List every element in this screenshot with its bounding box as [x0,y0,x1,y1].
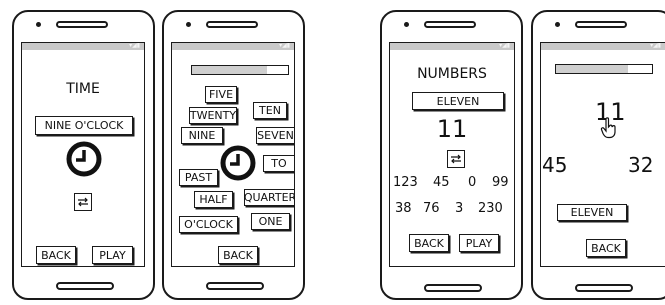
word-half[interactable]: HALF [194,191,233,208]
status-bar: ▾◢▮ [390,43,514,50]
speaker [56,21,108,28]
number-answer-button[interactable]: ELEVEN [557,204,627,221]
clock-icon [220,145,256,181]
speaker [575,21,627,28]
progress-fill [192,66,267,74]
word-past[interactable]: PAST [179,169,218,186]
progress-fill [556,65,628,73]
phone-screen: ▾◢▮ TIME NINE O'CLOCK BACK PLAY [21,42,145,267]
front-camera [555,22,560,27]
number-option[interactable]: 38 [395,201,412,216]
back-button[interactable]: BACK [409,234,449,252]
back-button[interactable]: BACK [218,246,258,264]
word-nine[interactable]: NINE [181,127,223,144]
phone-numbers-game: ▾◢▮ 11 45 32 ELEVEN BACK [531,10,665,300]
speaker [206,21,258,28]
page-title: NUMBERS [417,66,487,82]
number-answer-button[interactable]: ELEVEN [412,92,504,110]
hand-pointer-icon [600,117,616,139]
number-option[interactable]: 230 [478,201,503,216]
progress-bar [191,65,289,75]
back-button[interactable]: BACK [36,246,76,264]
number-option-right[interactable]: 32 [628,153,653,177]
play-button[interactable]: PLAY [459,234,499,252]
number-option[interactable]: 99 [492,175,509,190]
swap-arrows-icon [78,197,88,207]
word-quarter[interactable]: QUARTER [244,189,294,206]
back-button[interactable]: BACK [586,239,626,257]
status-bar: ▾◢▮ [22,43,144,50]
number-option-left[interactable]: 45 [542,153,567,177]
phone-screen: ▾◢▮ FIVE TWENTY TEN NINE SEVEN TO PAST H… [171,42,295,267]
time-answer-button[interactable]: NINE O'CLOCK [35,116,133,135]
front-camera [404,22,409,27]
swap-button[interactable] [447,150,465,168]
home-button[interactable] [206,282,264,290]
progress-bar [555,64,653,74]
speaker [424,21,476,28]
number-option[interactable]: 123 [393,175,418,190]
number-option[interactable]: 3 [455,201,463,216]
phone-screen: ▾◢▮ 11 45 32 ELEVEN BACK [540,42,665,267]
word-twenty[interactable]: TWENTY [189,107,237,124]
word-five[interactable]: FIVE [205,86,237,103]
status-bar: ▾◢▮ [541,43,665,50]
swap-arrows-icon [451,154,461,164]
phone-time-game: ▾◢▮ FIVE TWENTY TEN NINE SEVEN TO PAST H… [162,10,305,300]
front-camera [36,22,41,27]
page-title: TIME [66,81,100,97]
word-oclock[interactable]: O'CLOCK [179,216,238,233]
word-seven[interactable]: SEVEN [256,127,294,144]
word-one[interactable]: ONE [251,213,290,230]
home-button[interactable] [424,284,482,292]
clock-icon [66,141,102,177]
word-ten[interactable]: TEN [253,102,287,119]
phone-time-menu: ▾◢▮ TIME NINE O'CLOCK BACK PLAY [12,10,155,300]
play-button[interactable]: PLAY [92,246,133,264]
status-bar: ▾◢▮ [172,43,294,50]
number-display: 11 [436,115,468,143]
word-to[interactable]: TO [263,155,294,172]
phone-numbers-menu: ▾◢▮ NUMBERS ELEVEN 11 123 45 0 99 38 76 … [380,10,523,300]
swap-button[interactable] [74,193,92,211]
number-option[interactable]: 76 [423,201,440,216]
home-button[interactable] [575,284,633,292]
phone-screen: ▾◢▮ NUMBERS ELEVEN 11 123 45 0 99 38 76 … [389,42,515,267]
number-option[interactable]: 0 [468,175,476,190]
front-camera [186,22,191,27]
number-option[interactable]: 45 [433,175,450,190]
home-button[interactable] [56,282,114,290]
